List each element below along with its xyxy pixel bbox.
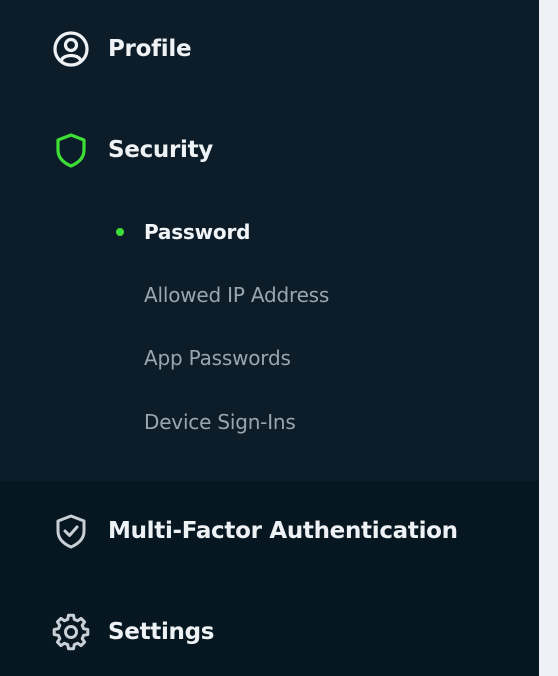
sub-item-allowed-ip-address[interactable]: Allowed IP Address: [110, 275, 510, 315]
sidebar: Profile Security Password Allowed IP Add…: [0, 0, 539, 676]
sub-item-password[interactable]: Password: [110, 212, 510, 252]
gear-icon: [52, 613, 90, 651]
sidebar-item-label: Multi-Factor Authentication: [108, 518, 458, 544]
active-indicator-dot: [116, 228, 124, 236]
user-circle-icon: [52, 30, 90, 68]
sidebar-item-profile[interactable]: Profile: [0, 18, 539, 80]
sidebar-item-label: Settings: [108, 619, 215, 645]
sub-item-device-sign-ins[interactable]: Device Sign-Ins: [110, 402, 510, 442]
shield-check-icon: [52, 512, 90, 550]
sidebar-item-security[interactable]: Security: [0, 119, 539, 181]
shield-icon: [52, 131, 90, 169]
sub-item-label: App Passwords: [144, 346, 291, 370]
content-area-edge: [539, 0, 558, 676]
sidebar-item-settings[interactable]: Settings: [0, 601, 539, 663]
sub-item-label: Password: [144, 220, 251, 244]
sidebar-item-multi-factor-authentication[interactable]: Multi-Factor Authentication: [0, 500, 539, 562]
sub-item-app-passwords[interactable]: App Passwords: [110, 338, 510, 378]
sidebar-item-label: Security: [108, 137, 213, 163]
sidebar-item-label: Profile: [108, 36, 192, 62]
sub-item-label: Allowed IP Address: [144, 283, 330, 307]
sub-item-label: Device Sign-Ins: [144, 410, 296, 434]
